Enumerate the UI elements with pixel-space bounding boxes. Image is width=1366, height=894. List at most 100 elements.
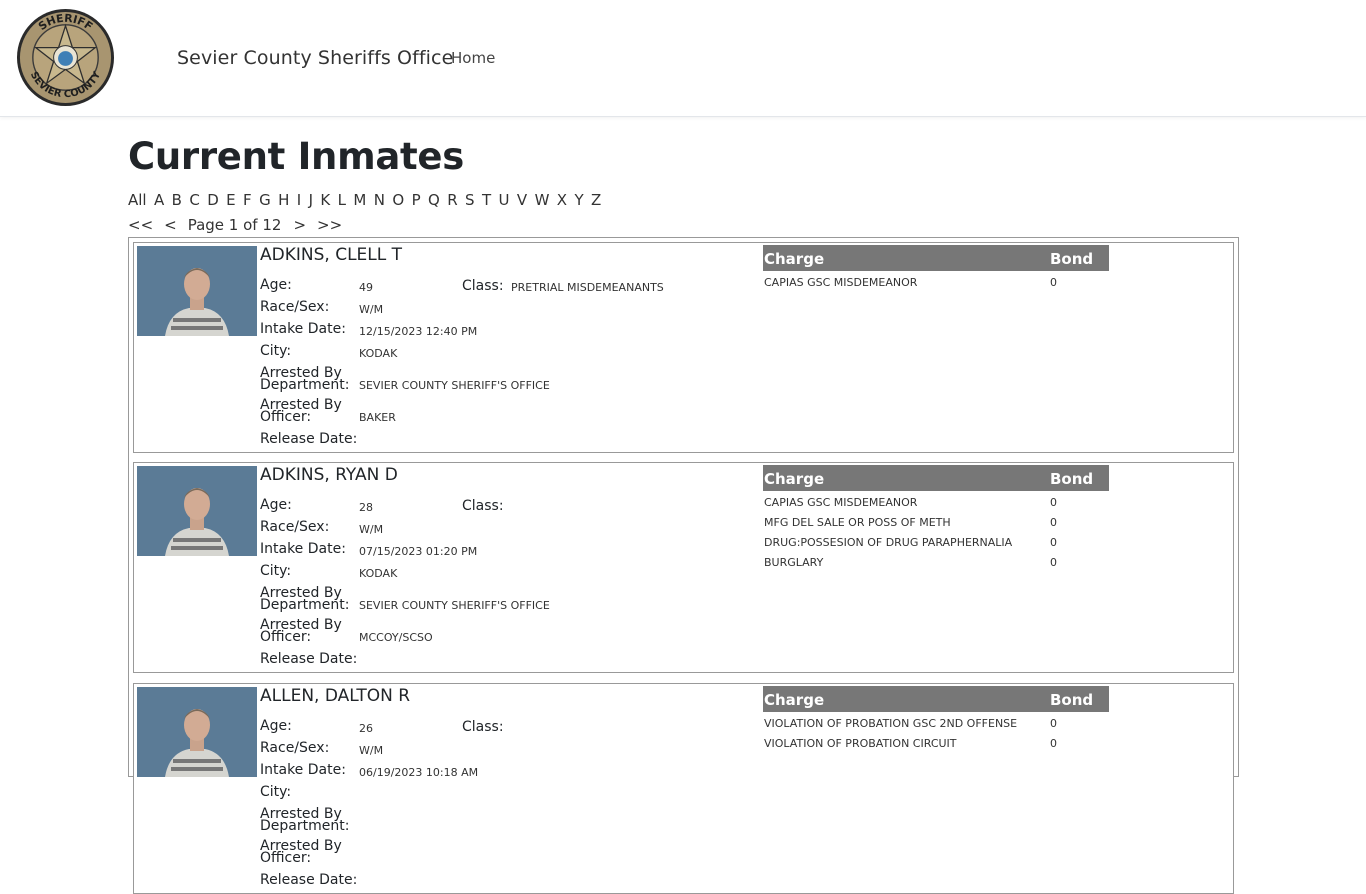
letter-filter-c[interactable]: C xyxy=(189,191,199,211)
race-sex-value: W/M xyxy=(359,744,384,757)
arrested-officer-label-2: Officer: xyxy=(260,409,312,425)
bond-column-header: Bond xyxy=(1050,250,1094,268)
charge-text: VIOLATION OF PROBATION GSC 2ND OFFENSE xyxy=(764,717,1018,730)
intake-label: Intake Date: xyxy=(260,762,346,778)
inmate-name[interactable]: ALLEN, DALTON R xyxy=(260,686,410,706)
nav-home-link[interactable]: Home xyxy=(451,49,495,67)
pager-prev-link[interactable]: < xyxy=(164,216,177,236)
bond-amount: 0 xyxy=(1050,276,1057,289)
letter-filter-h[interactable]: H xyxy=(278,191,289,211)
arrested-officer-label-2: Officer: xyxy=(260,850,312,866)
charge-column-header: Charge xyxy=(764,250,825,268)
letter-filter-v[interactable]: V xyxy=(517,191,527,211)
letter-filter-e[interactable]: E xyxy=(226,191,235,211)
inmate-list: ADKINS, CLELL T Age: 49 Race/Sex: W/M Intake … xyxy=(128,237,1239,894)
bond-amount: 0 xyxy=(1050,717,1057,730)
inmate-card: ADKINS, RYAN D Age: 28 Race/Sex: W/M Intake D… xyxy=(133,462,1234,673)
letter-filter-o[interactable]: O xyxy=(392,191,404,211)
bond-amount: 0 xyxy=(1050,516,1057,529)
charge-column-header: Charge xyxy=(764,691,825,709)
arrested-department-label-1: Arrested By xyxy=(260,806,342,822)
charge-text: CAPIAS GSC MISDEMEANOR xyxy=(764,276,918,289)
race-sex-label: Race/Sex: xyxy=(260,740,330,756)
charges-table: Charge Bond VIOLATION OF PROBATION GSC 2ND… xyxy=(763,686,1109,752)
pager-last-link[interactable]: >> xyxy=(317,216,342,236)
letter-filter-d[interactable]: D xyxy=(207,191,219,211)
letter-filter-r[interactable]: R xyxy=(447,191,457,211)
letter-filter-k[interactable]: K xyxy=(320,191,330,211)
letter-filter-s[interactable]: S xyxy=(465,191,475,211)
inmate-card: ALLEN, DALTON R Age: 26 Race/Sex: W/M Intake … xyxy=(133,683,1234,894)
race-sex-label: Race/Sex: xyxy=(260,299,330,315)
inmate-photo[interactable] xyxy=(137,246,257,336)
charges-table: Charge Bond CAPIAS GSC MISDEMEANOR 0 MFG DEL… xyxy=(763,465,1109,571)
letter-filter-n[interactable]: N xyxy=(374,191,385,211)
letter-filter-y[interactable]: Y xyxy=(574,191,583,211)
department-value: SEVIER COUNTY SHERIFF'S OFFICE xyxy=(359,379,550,392)
letter-filter-a[interactable]: A xyxy=(154,191,164,211)
letter-filter-t[interactable]: T xyxy=(482,191,491,211)
letter-filter-x[interactable]: X xyxy=(557,191,567,211)
release-date-label: Release Date: xyxy=(260,651,358,667)
arrested-officer-label-1: Arrested By xyxy=(260,838,342,854)
inmate-name[interactable]: ADKINS, CLELL T xyxy=(260,245,402,265)
city-label: City: xyxy=(260,563,292,579)
letter-filter-b[interactable]: B xyxy=(172,191,182,211)
bond-amount: 0 xyxy=(1050,536,1057,549)
charge-row: CAPIAS GSC MISDEMEANOR 0 xyxy=(763,271,1109,291)
brand-link[interactable]: Sevier County Sheriffs Office xyxy=(177,47,453,69)
age-value: 26 xyxy=(359,722,373,735)
letter-filter-all[interactable]: All xyxy=(128,191,147,211)
page-indicator: Page 1 of 12 xyxy=(187,216,282,234)
charges-header: Charge Bond xyxy=(763,686,1109,712)
arrested-department-label-2: Department: xyxy=(260,818,350,834)
sheriff-badge-logo[interactable]: SHERIFF SEVIER COUNTY xyxy=(16,8,115,107)
age-label: Age: xyxy=(260,497,292,513)
navbar: SHERIFF SEVIER COUNTY Sevier County Sher… xyxy=(0,0,1366,117)
charges-header: Charge Bond xyxy=(763,465,1109,491)
bond-column-header: Bond xyxy=(1050,691,1094,709)
pager-first-link[interactable]: << xyxy=(128,216,153,236)
bond-amount: 0 xyxy=(1050,556,1057,569)
charge-column-header: Charge xyxy=(764,470,825,488)
letter-filter-f[interactable]: F xyxy=(243,191,252,211)
letter-filter-q[interactable]: Q xyxy=(428,191,440,211)
arrested-officer-label-2: Officer: xyxy=(260,629,312,645)
class-label: Class: xyxy=(462,278,504,294)
arrested-department-label-2: Department: xyxy=(260,597,350,613)
charge-text: DRUG:POSSESION OF DRUG PARAPHERNALIA xyxy=(764,536,1013,549)
release-date-label: Release Date: xyxy=(260,872,358,888)
letter-filter-m[interactable]: M xyxy=(353,191,366,211)
letter-filter-u[interactable]: U xyxy=(499,191,510,211)
age-label: Age: xyxy=(260,277,292,293)
intake-value: 12/15/2023 12:40 PM xyxy=(359,325,478,338)
bond-amount: 0 xyxy=(1050,496,1057,509)
race-sex-value: W/M xyxy=(359,523,384,536)
pager-next-link[interactable]: > xyxy=(293,216,306,236)
letter-filter-l[interactable]: L xyxy=(338,191,346,211)
release-date-label: Release Date: xyxy=(260,431,358,447)
charge-row: BURGLARY 0 xyxy=(763,551,1109,571)
letter-filter-p[interactable]: P xyxy=(412,191,421,211)
city-value: KODAK xyxy=(359,347,398,360)
intake-value: 07/15/2023 01:20 PM xyxy=(359,545,478,558)
alphabet-filter: All A B C D E F G H I J K L M N O P Q R S T U V W X Y Z xyxy=(128,191,609,211)
charge-text: BURGLARY xyxy=(764,556,824,569)
pager: << < Page 1 of 12 > >> xyxy=(128,216,353,236)
charge-text: VIOLATION OF PROBATION CIRCUIT xyxy=(764,737,957,750)
intake-label: Intake Date: xyxy=(260,541,346,557)
age-value: 28 xyxy=(359,501,373,514)
letter-filter-i[interactable]: I xyxy=(297,191,301,211)
class-label: Class: xyxy=(462,719,504,735)
inmate-name[interactable]: ADKINS, RYAN D xyxy=(260,465,398,485)
intake-label: Intake Date: xyxy=(260,321,346,337)
inmate-photo[interactable] xyxy=(137,466,257,556)
class-value: PRETRIAL MISDEMEANANTS xyxy=(511,281,664,294)
letter-filter-j[interactable]: J xyxy=(309,191,313,211)
letter-filter-g[interactable]: G xyxy=(259,191,271,211)
charge-row: VIOLATION OF PROBATION GSC 2ND OFFENSE 0 xyxy=(763,712,1109,732)
bond-amount: 0 xyxy=(1050,737,1057,750)
inmate-photo[interactable] xyxy=(137,687,257,777)
letter-filter-z[interactable]: Z xyxy=(591,191,601,211)
letter-filter-w[interactable]: W xyxy=(535,191,550,211)
